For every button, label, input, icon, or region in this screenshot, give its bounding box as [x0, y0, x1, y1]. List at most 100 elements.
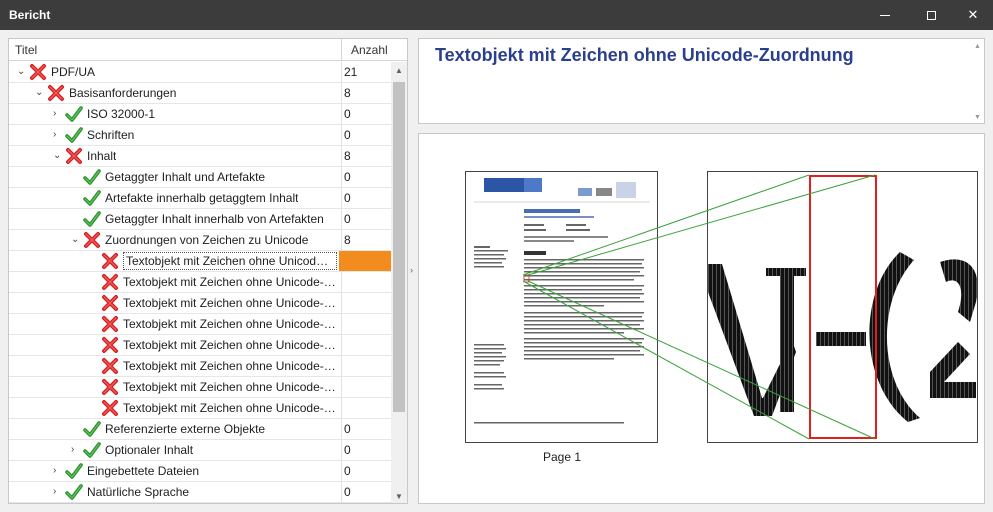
- scroll-up-icon[interactable]: ▲: [974, 43, 981, 50]
- collapse-chevron-icon[interactable]: ⌄: [35, 88, 45, 98]
- tree-row-label: Textobjekt mit Zeichen ohne Unicode-Zuo.…: [123, 359, 337, 373]
- collapse-chevron-icon[interactable]: ⌄: [17, 67, 27, 77]
- minimize-button[interactable]: [862, 0, 908, 30]
- tree-row-count: 0: [344, 170, 351, 184]
- fail-cross-icon: [101, 315, 119, 333]
- tree-row[interactable]: › Eingebettete Dateien 0: [9, 461, 391, 482]
- tree-row-count: 0: [344, 107, 351, 121]
- fail-cross-icon: [47, 84, 65, 102]
- heading-scrollbar[interactable]: ▲ ▼: [970, 39, 984, 123]
- fail-cross-icon: [101, 357, 119, 375]
- tree-row[interactable]: Textobjekt mit Zeichen ohne Unicode-Zuo.…: [9, 377, 391, 398]
- close-icon: ✕: [967, 7, 979, 22]
- tree-row-label: Textobjekt mit Zeichen ohne Unicode-Zuo.…: [123, 296, 337, 310]
- zoomed-glyph-view[interactable]: [707, 171, 978, 443]
- tree-row[interactable]: › Optionaler Inhalt 0: [9, 440, 391, 461]
- tree-row-label: Basisanforderungen: [69, 86, 177, 100]
- tree-row[interactable]: Textobjekt mit Zeichen ohne Unicode-Zuo.…: [9, 293, 391, 314]
- tree-row[interactable]: Getaggter Inhalt und Artefakte 0: [9, 167, 391, 188]
- tree-row[interactable]: ⌄ Zuordnungen von Zeichen zu Unicode 8: [9, 230, 391, 251]
- zoomed-glyph-image: [708, 175, 977, 439]
- maximize-button[interactable]: [908, 0, 954, 30]
- page-thumbnail[interactable]: [465, 171, 658, 443]
- expand-chevron-icon[interactable]: ›: [71, 445, 81, 455]
- fail-cross-icon: [83, 231, 101, 249]
- tree-scrollbar[interactable]: ▲ ▼: [391, 62, 407, 503]
- tree-row-count: 0: [344, 443, 351, 457]
- column-header-title[interactable]: Titel: [15, 43, 37, 57]
- window-title: Bericht: [9, 8, 51, 22]
- tree-row-label: Zuordnungen von Zeichen zu Unicode: [105, 233, 309, 247]
- tree-row-label: Eingebettete Dateien: [87, 464, 200, 478]
- tree-row[interactable]: ⌄ PDF/UA 21: [9, 62, 391, 83]
- collapse-chevron-icon[interactable]: ⌄: [71, 235, 81, 245]
- expand-chevron-icon[interactable]: ›: [53, 130, 63, 140]
- selected-count-highlight: [339, 251, 391, 271]
- tree-row[interactable]: ⌄ Inhalt 8: [9, 146, 391, 167]
- tree-row[interactable]: Textobjekt mit Zeichen ohne Unicode-Zuo.…: [9, 356, 391, 377]
- close-button[interactable]: ✕: [950, 0, 993, 30]
- tree-row[interactable]: Textobjekt mit Zeichen ohne Unicode-Zuo.…: [9, 251, 391, 272]
- pass-check-icon: [83, 420, 101, 438]
- scroll-down-icon[interactable]: ▼: [974, 114, 981, 121]
- tree-row-label: Artefakte innerhalb getaggtem Inhalt: [105, 191, 299, 205]
- maximize-icon: [926, 10, 936, 20]
- fail-cross-icon: [101, 336, 119, 354]
- tree-row-count: 0: [344, 191, 351, 205]
- detail-heading: Textobjekt mit Zeichen ohne Unicode-Zuor…: [435, 45, 854, 65]
- fail-cross-icon: [29, 63, 47, 81]
- pass-check-icon: [83, 168, 101, 186]
- tree-row-label: Optionaler Inhalt: [105, 443, 194, 457]
- tree-row-label: Textobjekt mit Zeichen ohne Unicode-Zuo.…: [123, 252, 337, 270]
- tree-row[interactable]: Artefakte innerhalb getaggtem Inhalt 0: [9, 188, 391, 209]
- tree-row[interactable]: Textobjekt mit Zeichen ohne Unicode-Zuo.…: [9, 272, 391, 293]
- tree-row-count: 0: [344, 212, 351, 226]
- tree-row-count: 21: [344, 65, 358, 79]
- tree-row[interactable]: › Natürliche Sprache 0: [9, 482, 391, 503]
- tree-row[interactable]: Referenzierte externe Objekte 0: [9, 419, 391, 440]
- page-label: Page 1: [543, 450, 582, 464]
- tree-row-label: Textobjekt mit Zeichen ohne Unicode-Zuo.…: [123, 380, 337, 394]
- page-thumbnail-image: [474, 178, 650, 424]
- title-bar: Bericht ✕: [0, 0, 993, 30]
- fail-cross-icon: [101, 252, 119, 270]
- tree-row-label: Inhalt: [87, 149, 117, 163]
- scroll-down-icon[interactable]: ▼: [395, 492, 403, 501]
- tree-row[interactable]: ⌄ Basisanforderungen 8: [9, 83, 391, 104]
- tree-row-count: 8: [344, 86, 351, 100]
- tree-row[interactable]: Textobjekt mit Zeichen ohne Unicode-Zuo.…: [9, 335, 391, 356]
- tree-row[interactable]: Getaggter Inhalt innerhalb von Artefakte…: [9, 209, 391, 230]
- expand-chevron-icon[interactable]: ›: [53, 466, 63, 476]
- tree-row-count: 0: [344, 422, 351, 436]
- splitter-chevron-icon[interactable]: ›: [410, 265, 413, 275]
- fail-cross-icon: [101, 273, 119, 291]
- tree-row[interactable]: › ISO 32000-1 0: [9, 104, 391, 125]
- tree-row[interactable]: Textobjekt mit Zeichen ohne Unicode-Zuo.…: [9, 314, 391, 335]
- column-header-count[interactable]: Anzahl: [351, 43, 388, 57]
- tree-row-label: PDF/UA: [51, 65, 96, 79]
- expand-chevron-icon[interactable]: ›: [53, 109, 63, 119]
- pass-check-icon: [83, 441, 101, 459]
- tree-row-count: 0: [344, 464, 351, 478]
- tree-rows: ⌄ PDF/UA 21 ⌄ Basisanforderungen 8 › ISO 32000-…: [9, 62, 391, 503]
- tree-row-count: 0: [344, 485, 351, 499]
- pass-check-icon: [83, 210, 101, 228]
- tree-row-label: Textobjekt mit Zeichen ohne Unicode-Zuo.…: [123, 317, 337, 331]
- tree-row-label: Getaggter Inhalt innerhalb von Artefakte…: [105, 212, 324, 226]
- scroll-thumb[interactable]: [393, 82, 405, 412]
- tree-row[interactable]: › Schriften 0: [9, 125, 391, 146]
- detail-heading-panel: Textobjekt mit Zeichen ohne Unicode-Zuor…: [418, 38, 985, 124]
- pass-check-icon: [65, 105, 83, 123]
- expand-chevron-icon[interactable]: ›: [53, 487, 63, 497]
- tree-row-label: Schriften: [87, 128, 135, 142]
- tree-row[interactable]: Textobjekt mit Zeichen ohne Unicode-Zuo.…: [9, 398, 391, 419]
- tree-row-label: ISO 32000-1: [87, 107, 156, 121]
- tree-row-count: 8: [344, 149, 351, 163]
- column-divider[interactable]: [341, 39, 342, 61]
- collapse-chevron-icon[interactable]: ⌄: [53, 151, 63, 161]
- tree-row-label: Textobjekt mit Zeichen ohne Unicode-Zuo.…: [123, 338, 337, 352]
- scroll-up-icon[interactable]: ▲: [395, 66, 403, 75]
- pass-check-icon: [83, 189, 101, 207]
- tree-row-label: Textobjekt mit Zeichen ohne Unicode-Zuo.…: [123, 275, 337, 289]
- fail-cross-icon: [101, 378, 119, 396]
